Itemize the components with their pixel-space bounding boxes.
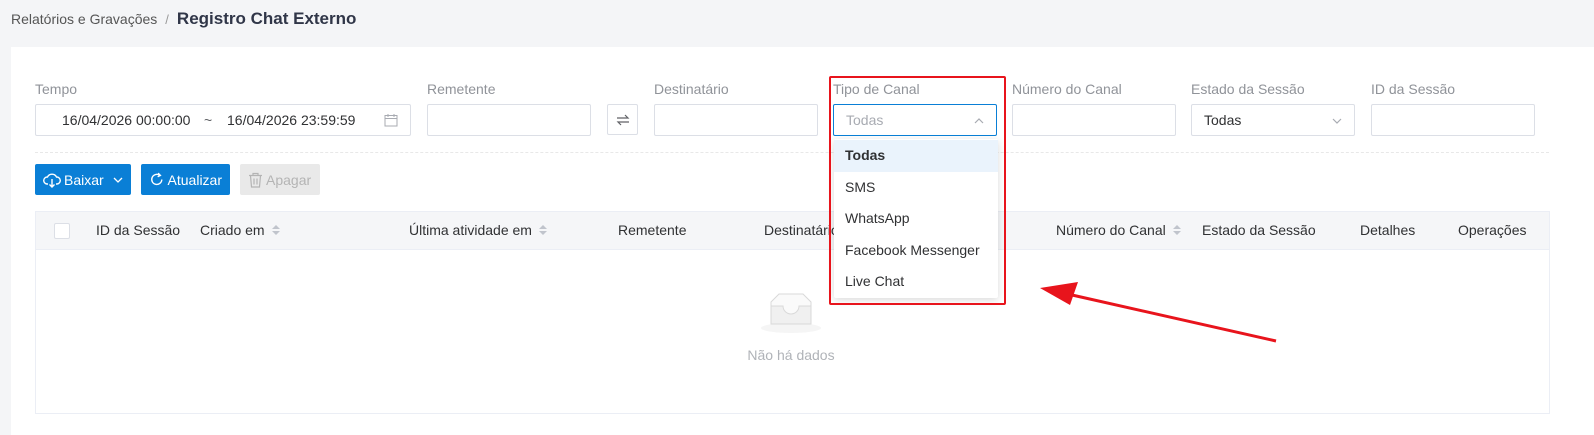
id-sessao-label: ID da Sessão bbox=[1371, 81, 1456, 97]
sort-icon bbox=[538, 225, 547, 235]
sort-icon bbox=[1172, 225, 1181, 235]
sort-icon bbox=[271, 225, 280, 235]
remetente-label: Remetente bbox=[427, 81, 496, 97]
filter-estado-sessao: Estado da Sessão bbox=[1191, 80, 1305, 98]
swap-icon bbox=[616, 114, 629, 125]
filter-destinatario: Destinatário bbox=[654, 80, 729, 98]
column-remetente: Remetente bbox=[618, 222, 687, 238]
empty-inbox-icon bbox=[761, 293, 821, 333]
numero-canal-label: Número do Canal bbox=[1012, 81, 1122, 97]
sessions-table: ID da Sessão Criado em Última atividade … bbox=[35, 211, 1550, 414]
date-start: 16/04/2026 00:00:00 bbox=[62, 112, 191, 128]
calendar-icon bbox=[384, 114, 398, 127]
filter-numero-canal: Número do Canal bbox=[1012, 80, 1122, 98]
estado-sessao-label: Estado da Sessão bbox=[1191, 81, 1305, 97]
column-operacoes: Operações bbox=[1458, 222, 1527, 238]
numero-canal-input[interactable] bbox=[1012, 104, 1176, 136]
page-title: Registro Chat Externo bbox=[176, 9, 357, 28]
breadcrumb-separator: / bbox=[165, 11, 169, 27]
download-button[interactable]: Baixar bbox=[35, 164, 131, 195]
empty-text: Não há dados bbox=[747, 347, 835, 363]
annotation-highlight-box bbox=[829, 76, 1006, 305]
remetente-input[interactable] bbox=[427, 104, 591, 136]
swap-button[interactable] bbox=[607, 104, 638, 135]
filter-remetente: Remetente bbox=[427, 80, 495, 98]
tempo-label: Tempo bbox=[35, 81, 78, 97]
date-end: 16/04/2026 23:59:59 bbox=[227, 112, 356, 128]
estado-sessao-select[interactable]: Todas bbox=[1191, 104, 1355, 136]
column-numero-canal[interactable]: Número do Canal bbox=[1056, 222, 1181, 238]
column-detalhes: Detalhes bbox=[1360, 222, 1416, 238]
destinatario-input[interactable] bbox=[654, 104, 818, 136]
breadcrumb-parent-link[interactable]: Relatórios e Gravações bbox=[11, 11, 157, 27]
cloud-download-icon bbox=[43, 173, 61, 188]
column-estado-sessao: Estado da Sessão bbox=[1202, 222, 1316, 238]
chevron-down-icon bbox=[1332, 118, 1342, 124]
column-ultima-atividade[interactable]: Última atividade em bbox=[409, 222, 547, 238]
refresh-icon bbox=[151, 172, 163, 186]
date-separator: ~ bbox=[204, 112, 213, 128]
trash-icon bbox=[249, 172, 262, 188]
delete-label: Apagar bbox=[266, 171, 312, 188]
breadcrumb: Relatórios e Gravações / Registro Chat E… bbox=[11, 8, 356, 30]
column-id-sessao: ID da Sessão bbox=[96, 222, 181, 238]
select-all-checkbox[interactable] bbox=[54, 223, 70, 239]
estado-sessao-value: Todas bbox=[1204, 112, 1242, 128]
destinatario-label: Destinatário bbox=[654, 81, 729, 97]
refresh-label: Atualizar bbox=[167, 171, 222, 188]
main-card: Tempo 16/04/2026 00:00:00 ~ 16/04/2026 2… bbox=[11, 47, 1594, 435]
filter-tempo: Tempo bbox=[35, 80, 77, 98]
id-sessao-input[interactable] bbox=[1371, 104, 1535, 136]
refresh-button[interactable]: Atualizar bbox=[141, 164, 230, 195]
column-criado-em[interactable]: Criado em bbox=[200, 222, 280, 238]
download-label: Baixar bbox=[64, 171, 104, 188]
chevron-down-icon bbox=[113, 177, 123, 183]
delete-button[interactable]: Apagar bbox=[240, 164, 320, 195]
annotation-arrow-icon bbox=[1040, 282, 1277, 343]
filter-id-sessao: ID da Sessão bbox=[1371, 80, 1455, 98]
date-range-picker[interactable]: 16/04/2026 00:00:00 ~ 16/04/2026 23:59:5… bbox=[35, 104, 411, 136]
filter-divider bbox=[35, 152, 1549, 153]
table-header: ID da Sessão Criado em Última atividade … bbox=[36, 212, 1549, 250]
